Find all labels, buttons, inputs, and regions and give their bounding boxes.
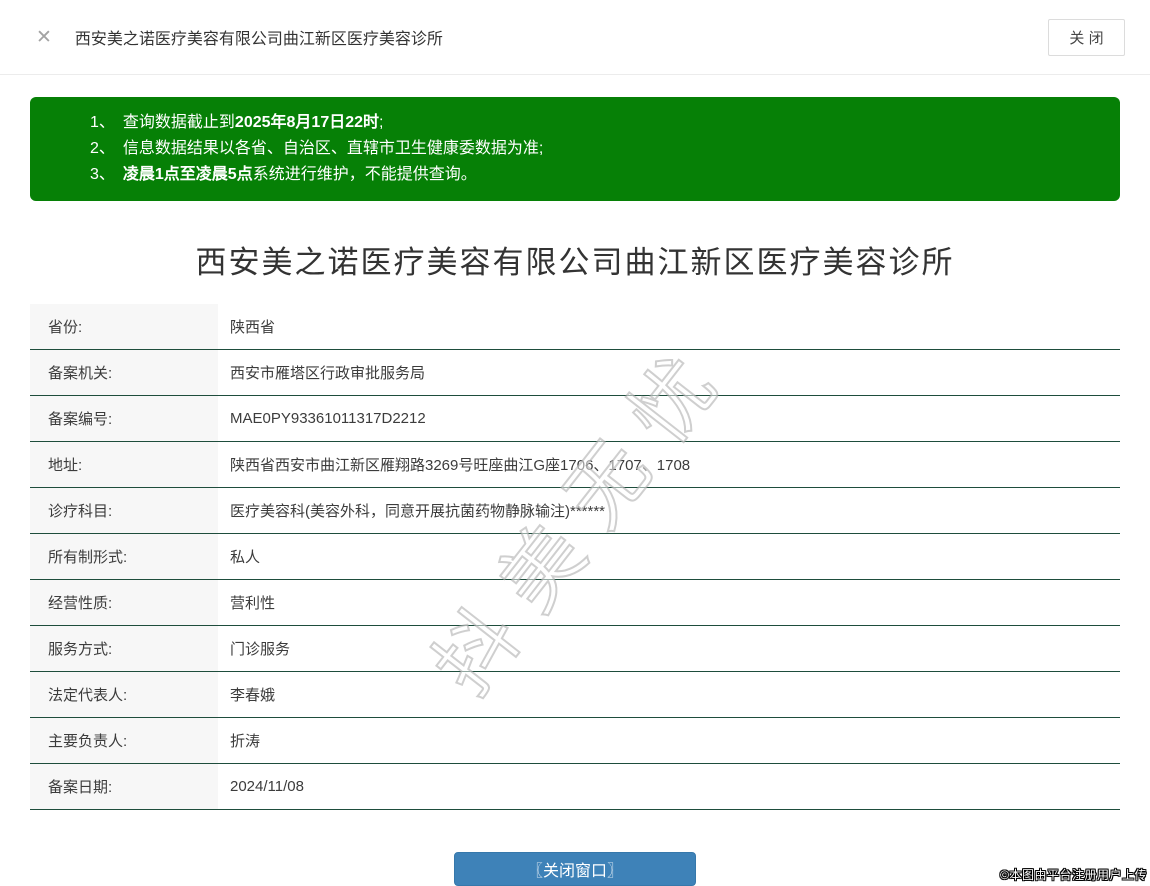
row-label: 省份: [30, 304, 218, 349]
window-title: 西安美之诺医疗美容有限公司曲江新区医疗美容诊所 [74, 31, 443, 48]
notice-line: 3、 凌晨1点至凌晨5点系统进行维护，不能提供查询。 [90, 166, 477, 183]
table-row: 省份: 陕西省 [30, 304, 1120, 350]
table-row: 备案编号: MAE0PY93361011317D2212 [30, 396, 1120, 442]
row-value: 2024/11/08 [230, 778, 304, 795]
page-title: 西安美之诺医疗美容有限公司曲江新区医疗美容诊所 [195, 245, 955, 280]
row-label: 备案机关: [30, 350, 218, 395]
close-window-button[interactable]: 〖关闭窗口〗 [454, 852, 696, 886]
row-label: 备案编号: [30, 396, 218, 441]
close-x-icon[interactable]: ✕ [36, 28, 52, 47]
table-row: 地址: 陕西省西安市曲江新区雁翔路3269号旺座曲江G座1706、1707、170… [30, 442, 1120, 488]
row-label: 备案日期: [30, 764, 218, 809]
row-value: 陕西省 [230, 319, 276, 336]
info-table: 省份: 陕西省 备案机关: 西安市雁塔区行政审批服务局 备案编号: MAE0PY93361… [30, 304, 1120, 810]
row-value: 医疗美容科(美容外科，同意开展抗菌药物静脉输注)****** [230, 503, 606, 520]
table-row: 服务方式: 门诊服务 [30, 626, 1120, 672]
notice-box: 1、 查询数据截止到2025年8月17日22时; 2、 信息数据结果以各省、自治区、直… [30, 97, 1120, 201]
row-label: 经营性质: [30, 580, 218, 625]
row-value: 折涛 [230, 733, 261, 750]
table-row: 主要负责人: 折涛 [30, 718, 1120, 764]
notice-line-number: 1、 [90, 114, 115, 131]
table-row: 诊疗科目: 医疗美容科(美容外科，同意开展抗菌药物静脉输注)****** [30, 488, 1120, 534]
copyright-text: ©本图由平台注册用户上传 [1000, 868, 1147, 882]
notice-line: 2、 信息数据结果以各省、自治区、直辖市卫生健康委数据为准; [90, 140, 544, 157]
table-row: 所有制形式: 私人 [30, 534, 1120, 580]
row-value: MAE0PY93361011317D2212 [230, 410, 426, 427]
row-value: 西安市雁塔区行政审批服务局 [230, 365, 426, 382]
notice-line-number: 2、 [90, 140, 115, 157]
table-row: 经营性质: 营利性 [30, 580, 1120, 626]
row-value: 李春娥 [230, 687, 276, 704]
bottom-button-area: 〖关闭窗口〗 [30, 852, 1120, 886]
row-value: 营利性 [230, 595, 276, 612]
close-button[interactable]: 关 闭 [1048, 19, 1125, 56]
table-row: 备案日期: 2024/11/08 [30, 764, 1120, 810]
table-row: 备案机关: 西安市雁塔区行政审批服务局 [30, 350, 1120, 396]
row-label: 法定代表人: [30, 672, 218, 717]
row-label: 地址: [30, 442, 218, 487]
row-value: 私人 [230, 549, 261, 566]
row-label: 服务方式: [30, 626, 218, 671]
main-content: 1、 查询数据截止到2025年8月17日22时; 2、 信息数据结果以各省、自治区、直… [0, 97, 1150, 886]
table-row: 法定代表人: 李春娥 [30, 672, 1120, 718]
topbar: ✕ 西安美之诺医疗美容有限公司曲江新区医疗美容诊所 关 闭 [0, 0, 1150, 75]
row-label: 所有制形式: [30, 534, 218, 579]
notice-line-number: 3、 [90, 166, 115, 183]
notice-line: 1、 查询数据截止到2025年8月17日22时; [90, 114, 384, 131]
row-label: 诊疗科目: [30, 488, 218, 533]
row-value: 陕西省西安市曲江新区雁翔路3269号旺座曲江G座1706、1707、1708 [230, 457, 691, 474]
row-value: 门诊服务 [230, 641, 291, 658]
row-label: 主要负责人: [30, 718, 218, 763]
